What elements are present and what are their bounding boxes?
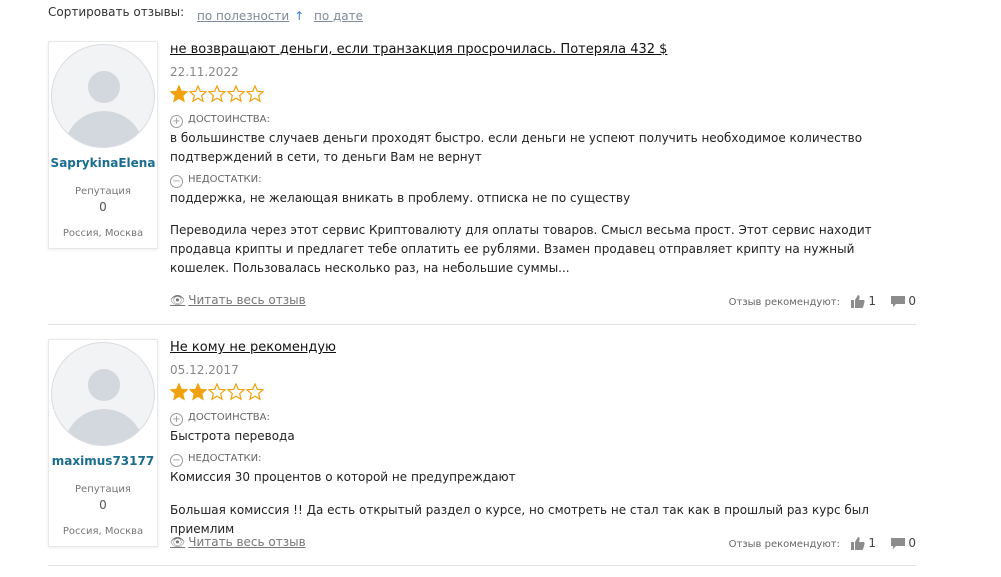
pros-label: + ДОСТОИНСТВА:: [170, 412, 270, 426]
rating-stars: [169, 84, 265, 105]
likes-count: 1: [868, 294, 876, 308]
star-empty-icon: [188, 84, 208, 103]
star-empty-icon: [245, 382, 265, 401]
username-link[interactable]: SaprykinaElena: [49, 156, 157, 170]
read-full-review-label[interactable]: Читать весь отзыв: [188, 535, 305, 549]
review-body: Большая комиссия !! Да есть открытый раз…: [170, 503, 869, 536]
star-empty-icon: [207, 382, 227, 401]
user-location: Россия, Москва: [62, 228, 144, 239]
recommend-label: Отзыв рекомендуют:: [728, 297, 840, 308]
recommend-label: Отзыв рекомендуют:: [728, 539, 840, 550]
avatar-head-shape: [88, 369, 120, 401]
review-card: SaprykinaElena Репутация 0 Россия, Москв…: [48, 41, 916, 326]
reputation-label: Репутация: [75, 484, 131, 495]
star-filled-icon: [188, 382, 208, 401]
avatar[interactable]: [51, 342, 155, 446]
comment-icon[interactable]: [891, 538, 906, 553]
minus-icon: −: [170, 175, 183, 188]
user-location: Россия, Москва: [62, 526, 144, 537]
review-divider: [48, 324, 916, 325]
reputation-label: Репутация: [75, 186, 131, 197]
avatar-head-shape: [88, 71, 120, 103]
pros-label-text: ДОСТОИНСТВА:: [188, 114, 270, 125]
star-filled-icon: [169, 84, 189, 103]
review-body: Переводила через этот сервис Криптовалют…: [170, 223, 872, 275]
star-empty-icon: [226, 84, 246, 103]
eye-icon: 👁: [170, 535, 186, 549]
plus-icon: +: [170, 115, 183, 128]
pros-text: в большинстве случаев деньги проходят бы…: [170, 131, 863, 164]
sort-by-date-link[interactable]: по дате: [314, 5, 363, 24]
reputation-value: 0: [99, 200, 107, 214]
thumbs-up-icon[interactable]: [851, 537, 865, 553]
star-empty-icon: [207, 84, 227, 103]
sort-by-usefulness-link[interactable]: по полезности ↑: [197, 5, 304, 24]
sort-by-date-label[interactable]: по дате: [314, 9, 363, 23]
star-empty-icon: [226, 382, 246, 401]
sort-arrow-up-icon: ↑: [294, 9, 305, 23]
star-filled-icon: [169, 382, 189, 401]
review-title-link[interactable]: не возвращают деньги, если транзакция пр…: [170, 42, 667, 57]
avatar[interactable]: [51, 44, 155, 148]
pros-label: + ДОСТОИНСТВА:: [170, 114, 270, 128]
review-card: maximus73177 Репутация 0 Россия, Москва …: [48, 339, 916, 569]
reputation-value: 0: [99, 498, 107, 512]
read-full-review-label[interactable]: Читать весь отзыв: [188, 293, 305, 307]
sort-label: Сортировать отзывы:: [48, 5, 185, 19]
review-date: 22.11.2022: [170, 65, 239, 79]
read-full-review-link[interactable]: 👁 Читать весь отзыв: [170, 293, 306, 307]
user-card: maximus73177 Репутация 0 Россия, Москва: [48, 339, 158, 547]
cons-label: − НЕДОСТАТКИ:: [170, 174, 262, 188]
comments-count: 0: [908, 536, 916, 550]
minus-icon: −: [170, 454, 183, 467]
comments-count: 0: [908, 294, 916, 308]
review-divider: [48, 565, 916, 566]
avatar-body-shape: [64, 409, 144, 445]
comment-icon[interactable]: [891, 296, 906, 311]
pros-label-text: ДОСТОИНСТВА:: [188, 412, 270, 423]
rating-stars: [169, 382, 265, 403]
recommend-block: Отзыв рекомендуют: 1 0: [729, 536, 916, 553]
sort-by-usefulness-label[interactable]: по полезности: [197, 9, 289, 23]
user-card: SaprykinaElena Репутация 0 Россия, Москв…: [48, 41, 158, 249]
cons-text: Комиссия 30 процентов о которой не преду…: [170, 470, 516, 484]
cons-text: поддержка, не желающая вникать в проблем…: [170, 191, 631, 205]
plus-icon: +: [170, 413, 183, 426]
review-date: 05.12.2017: [170, 363, 239, 377]
review-title-link[interactable]: Не кому не рекомендую: [170, 340, 336, 355]
avatar-body-shape: [64, 111, 144, 147]
pros-text: Быстрота перевода: [170, 429, 295, 443]
thumbs-up-icon[interactable]: [851, 295, 865, 311]
read-full-review-link[interactable]: 👁 Читать весь отзыв: [170, 535, 306, 549]
cons-label: − НЕДОСТАТКИ:: [170, 453, 262, 467]
eye-icon: 👁: [170, 293, 186, 307]
username-link[interactable]: maximus73177: [49, 454, 157, 468]
cons-label-text: НЕДОСТАТКИ:: [188, 453, 262, 464]
likes-count: 1: [868, 536, 876, 550]
recommend-block: Отзыв рекомендуют: 1 0: [729, 294, 916, 311]
cons-label-text: НЕДОСТАТКИ:: [188, 174, 262, 185]
star-empty-icon: [245, 84, 265, 103]
